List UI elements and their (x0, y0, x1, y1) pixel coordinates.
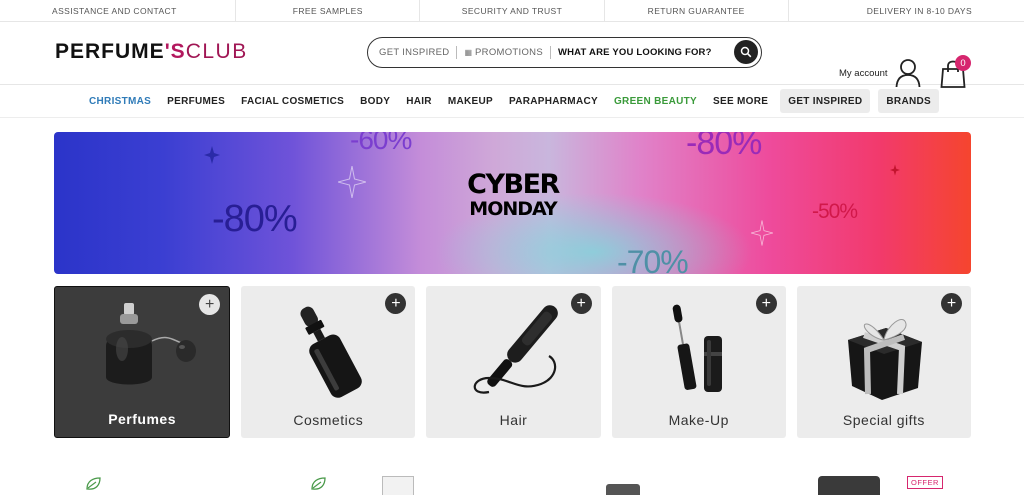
category-card-hair[interactable]: + Hair (426, 286, 601, 438)
sparkle-outline-icon (338, 166, 366, 198)
nav-parapharmacy[interactable]: PARAPHARMACY (501, 89, 606, 113)
gift-box-icon (847, 318, 922, 400)
category-cards: + Perfumes + Cosmetics + Hair + Make-Up … (54, 286, 972, 438)
search-get-inspired-link[interactable]: GET INSPIRED (379, 47, 449, 58)
search-bar: GET INSPIRED ▦ PROMOTIONS (367, 37, 762, 68)
category-card-perfumes[interactable]: + Perfumes (54, 286, 231, 438)
search-icon (740, 46, 752, 58)
nav-perfumes[interactable]: PERFUMES (159, 89, 233, 113)
top-info-bar: ASSISTANCE AND CONTACT FREE SAMPLES SECU… (0, 0, 1024, 22)
topbar-return-link[interactable]: RETURN GUARANTEE (605, 0, 789, 21)
nav-see-more[interactable]: SEE MORE (705, 89, 776, 113)
product-thumbnail (606, 484, 640, 495)
nav-christmas[interactable]: CHRISTMAS (81, 89, 159, 113)
logo-apos: 'S (164, 40, 186, 63)
main-nav: CHRISTMAS PERFUMES FACIAL COSMETICS BODY… (0, 85, 1024, 118)
hair-straightener-icon (473, 305, 558, 394)
nav-makeup[interactable]: MAKEUP (440, 89, 501, 113)
search-input[interactable] (557, 47, 744, 58)
category-card-cosmetics[interactable]: + Cosmetics (241, 286, 416, 438)
cyber-monday-banner[interactable]: -60% -80% -80% -50% -70% CYBER MONDAY (54, 132, 971, 274)
sparkle-icon-2 (890, 164, 900, 176)
banner-discount-1: -60% (350, 132, 412, 155)
gift-icon: ▦ (464, 48, 473, 57)
category-card-makeup[interactable]: + Make-Up (611, 286, 786, 438)
nav-body[interactable]: BODY (352, 89, 398, 113)
user-icon[interactable] (895, 58, 921, 88)
my-account-link[interactable]: My account (839, 68, 888, 79)
sparkle-outline-icon-2 (751, 220, 773, 246)
nav-green-beauty[interactable]: GREEN BEAUTY (606, 89, 705, 113)
perfume-bottle-icon (106, 303, 197, 385)
expand-plus-button[interactable]: + (755, 293, 777, 314)
site-header: PERFUME'SCLUB GET INSPIRED ▦ PROMOTIONS … (0, 22, 1024, 88)
mascara-icon (672, 304, 722, 392)
product-thumbnail (382, 476, 414, 495)
eco-leaf-icon-2 (311, 477, 326, 490)
sparkle-icon (204, 146, 220, 164)
expand-plus-button[interactable]: + (385, 293, 407, 314)
banner-discount-5: -70% (617, 244, 689, 274)
logo-part1: PERFUME (55, 40, 165, 63)
offer-badge: OFFER (907, 476, 943, 489)
topbar-assistance-link[interactable]: ASSISTANCE AND CONTACT (0, 0, 237, 21)
category-label: Special gifts (842, 412, 925, 428)
search-button[interactable] (734, 40, 758, 64)
banner-title-line1: CYBER (467, 169, 560, 200)
banner-discount-4: -50% (812, 200, 858, 223)
search-divider-2 (549, 46, 551, 59)
category-card-special-gifts[interactable]: + Special gifts (796, 286, 972, 438)
topbar-delivery-link[interactable]: DELIVERY IN 8-10 DAYS (789, 0, 1024, 21)
banner-title: CYBER MONDAY (449, 169, 577, 220)
expand-plus-button[interactable]: + (941, 293, 963, 314)
banner-title-line2: MONDAY (469, 198, 557, 220)
banner-discount-3: -80% (686, 132, 762, 162)
expand-plus-button[interactable]: + (199, 294, 221, 315)
nav-brands[interactable]: BRANDS (878, 89, 939, 113)
topbar-free-samples-link[interactable]: FREE SAMPLES (236, 0, 421, 21)
category-label: Cosmetics (293, 412, 364, 428)
nav-hair[interactable]: HAIR (398, 89, 440, 113)
search-divider (456, 46, 458, 59)
expand-plus-button[interactable]: + (570, 293, 592, 314)
nav-facial-cosmetics[interactable]: FACIAL COSMETICS (233, 89, 352, 113)
eco-leaf-icon (86, 477, 101, 490)
logo-part2: CLUB (185, 40, 248, 63)
category-label: Perfumes (108, 411, 176, 427)
product-thumbnail (818, 476, 880, 495)
category-label: Hair (499, 412, 528, 428)
search-promotions-link[interactable]: PROMOTIONS (475, 47, 543, 58)
cart-count-badge: 0 (955, 55, 971, 71)
banner-discount-2: -80% (212, 198, 298, 240)
dropper-bottle-icon (300, 306, 363, 398)
topbar-security-link[interactable]: SECURITY AND TRUST (420, 0, 605, 21)
site-logo[interactable]: PERFUME'SCLUB (55, 40, 248, 64)
nav-get-inspired[interactable]: GET INSPIRED (780, 89, 871, 113)
category-label: Make-Up (668, 412, 729, 428)
